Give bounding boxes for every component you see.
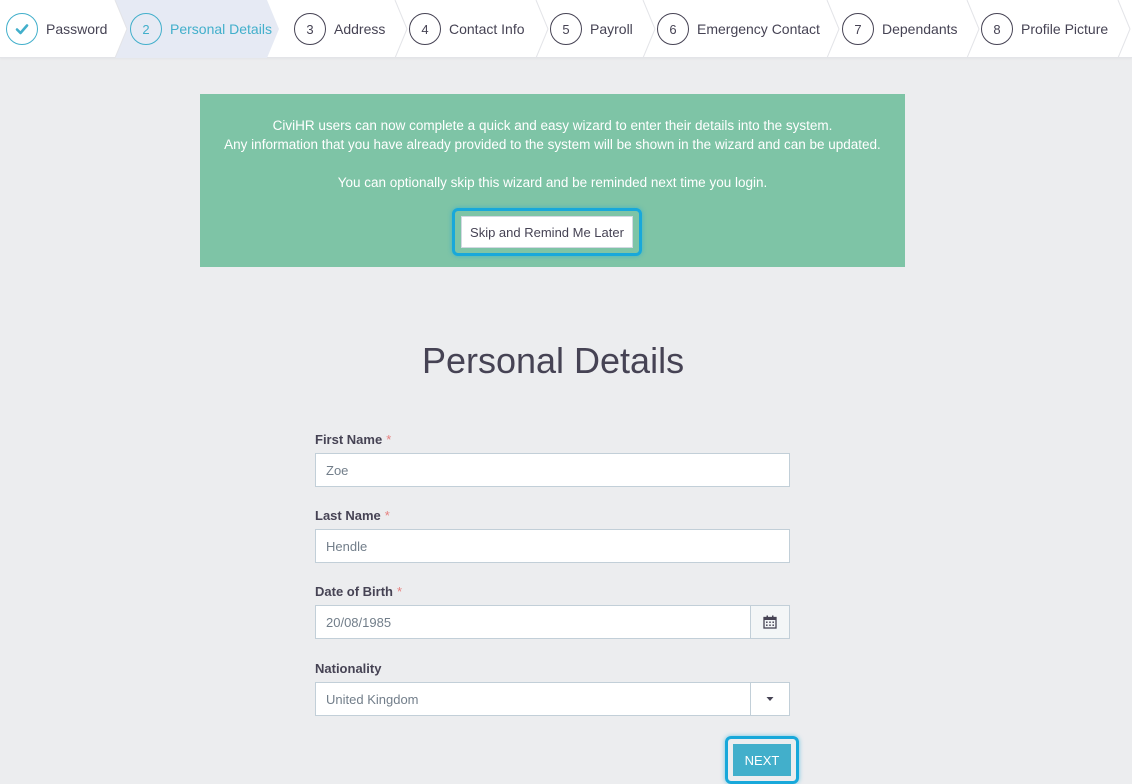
required-marker: *: [397, 584, 403, 599]
step-label: Payroll: [590, 21, 633, 37]
step-number: 2: [130, 13, 162, 45]
wizard-info-banner: CiviHR users can now complete a quick an…: [200, 94, 905, 267]
last-name-input[interactable]: Hendle: [315, 529, 790, 563]
page-title: Personal Details: [421, 340, 685, 381]
last-name-label: Last Name *: [315, 508, 390, 523]
nationality-label: Nationality: [315, 661, 382, 676]
date-of-birth-value: 20/08/1985: [326, 614, 392, 630]
step-password[interactable]: Password: [6, 0, 107, 58]
step-number: 6: [657, 13, 689, 45]
calendar-icon: [763, 615, 777, 629]
step-number: 7: [842, 13, 874, 45]
nationality-select[interactable]: United Kingdom: [315, 682, 790, 716]
step-label: Address: [334, 21, 386, 37]
step-separator: [966, 0, 980, 58]
date-of-birth-label: Date of Birth *: [315, 584, 403, 599]
step-separator: [1117, 0, 1131, 58]
next-button-highlight: NEXT: [725, 736, 799, 784]
nationality-dropdown-toggle[interactable]: [750, 683, 789, 715]
step-contact-info[interactable]: 4 Contact Info: [409, 0, 525, 58]
step-separator: [642, 0, 656, 58]
caret-down-icon: [766, 697, 774, 701]
next-button[interactable]: NEXT: [733, 744, 791, 776]
check-icon: [6, 13, 38, 45]
step-separator: [826, 0, 840, 58]
banner-line-1: CiviHR users can now complete a quick an…: [272, 118, 833, 133]
step-separator: [114, 0, 128, 58]
date-of-birth-input[interactable]: 20/08/1985: [315, 605, 790, 639]
first-name-input[interactable]: Zoe: [315, 453, 790, 487]
step-separator: [535, 0, 549, 58]
step-emergency-contact[interactable]: 6 Emergency Contact: [657, 0, 820, 58]
step-number: 4: [409, 13, 441, 45]
step-label: Dependants: [882, 21, 958, 37]
step-label: Contact Info: [449, 21, 525, 37]
step-label: Personal Details: [170, 21, 272, 37]
step-profile-picture[interactable]: 8 Profile Picture: [981, 0, 1108, 58]
calendar-button[interactable]: [750, 606, 789, 638]
skip-button-highlight: Skip and Remind Me Later: [452, 208, 642, 256]
wizard-steps-bar: Password 2 Personal Details 3 Address 4 …: [0, 0, 1132, 58]
step-number: 5: [550, 13, 582, 45]
step-separator: [394, 0, 408, 58]
step-label: Profile Picture: [1021, 21, 1109, 37]
step-payroll[interactable]: 5 Payroll: [550, 0, 633, 58]
step-number: 8: [981, 13, 1013, 45]
nationality-value: United Kingdom: [326, 691, 419, 707]
banner-line-2: Any information that you have already pr…: [224, 137, 881, 152]
required-marker: *: [386, 432, 392, 447]
step-label: Password: [46, 21, 108, 37]
step-number: 3: [294, 13, 326, 45]
step-dependants[interactable]: 7 Dependants: [842, 0, 958, 58]
step-label: Emergency Contact: [697, 21, 820, 37]
last-name-value: Hendle: [326, 538, 368, 554]
step-personal-details[interactable]: 2 Personal Details: [130, 0, 272, 58]
banner-line-3: You can optionally skip this wizard and …: [337, 175, 768, 190]
first-name-value: Zoe: [326, 462, 349, 478]
required-marker: *: [384, 508, 390, 523]
step-address[interactable]: 3 Address: [294, 0, 385, 58]
first-name-label: First Name *: [315, 432, 392, 447]
skip-remind-later-button[interactable]: Skip and Remind Me Later: [461, 216, 633, 248]
